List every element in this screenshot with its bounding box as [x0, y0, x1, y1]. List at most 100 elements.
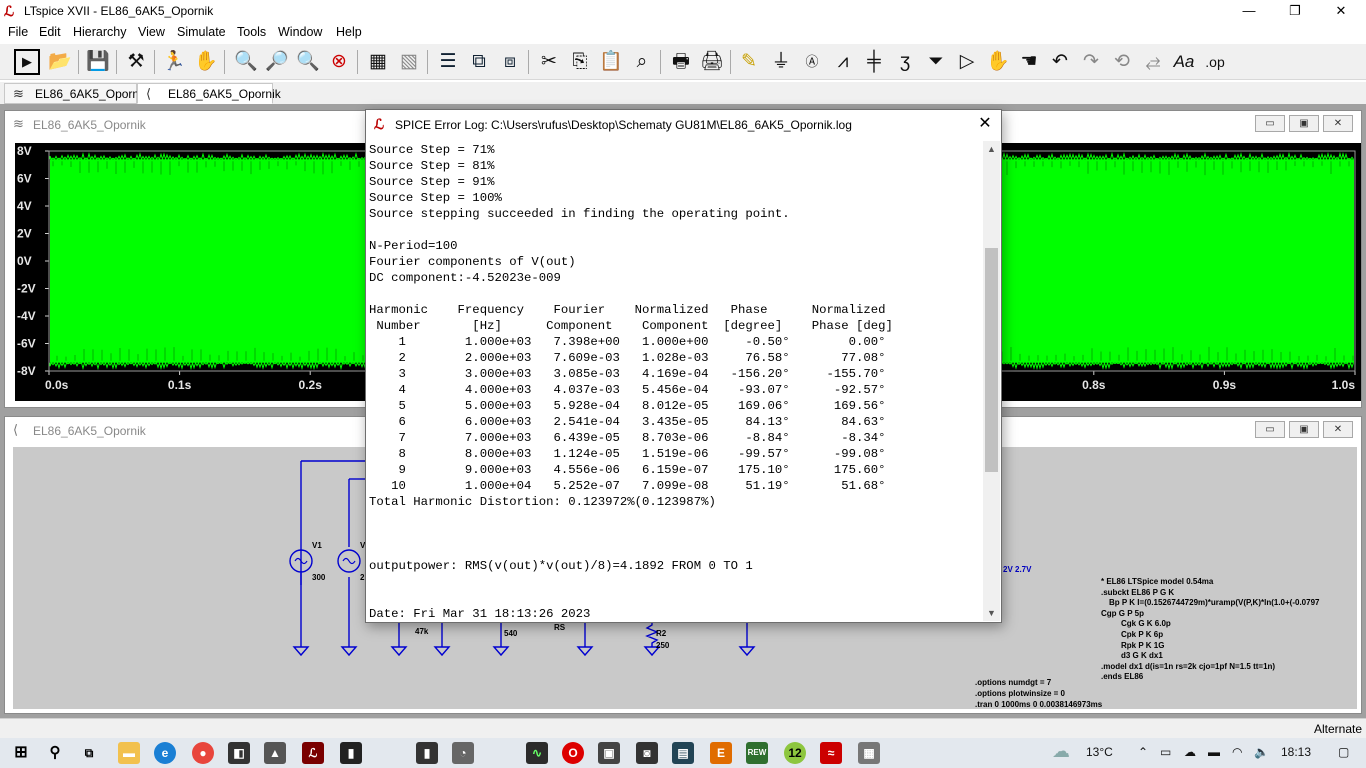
- file-explorer-icon[interactable]: ▬: [118, 742, 140, 764]
- halt-hand-icon[interactable]: ✋: [193, 49, 219, 75]
- menu-tools[interactable]: Tools: [237, 25, 266, 39]
- app-icon-3[interactable]: ▮: [340, 742, 362, 764]
- clock-time[interactable]: 18:13: [1281, 745, 1311, 759]
- tab-waveform[interactable]: ≋ EL86_6AK5_Opornik: [4, 83, 148, 104]
- new-schematic-icon[interactable]: ▶: [14, 49, 40, 75]
- run-simulation-icon[interactable]: 🏃: [161, 49, 187, 75]
- tile-horizontal-icon[interactable]: ☰: [435, 49, 461, 75]
- fft-icon[interactable]: ▧: [396, 49, 422, 75]
- app-icon-9[interactable]: ▤: [672, 742, 694, 764]
- drag-hand-icon[interactable]: ☚: [1016, 49, 1042, 75]
- maximize-button[interactable]: ▣: [1289, 115, 1319, 132]
- app-icon-4[interactable]: ▮: [416, 742, 438, 764]
- app-icon-11[interactable]: REW: [746, 742, 768, 764]
- cloud-weather-icon[interactable]: ☁: [1052, 741, 1070, 762]
- inductor-icon[interactable]: ʒ: [892, 49, 918, 75]
- app-icon-5[interactable]: ◔: [452, 742, 474, 764]
- find-binoculars-icon[interactable]: ⌕: [629, 49, 655, 75]
- diode-icon[interactable]: ⏷: [923, 49, 949, 75]
- spice-options-directive[interactable]: .options numdgt = 7 .options plotwinsize…: [975, 677, 1102, 710]
- meet-now-icon[interactable]: ▭: [1160, 745, 1171, 759]
- log-scrollbar[interactable]: ▲ ▼: [983, 141, 1000, 621]
- menu-simulate[interactable]: Simulate: [177, 25, 226, 39]
- scroll-thumb[interactable]: [985, 248, 998, 472]
- zoom-in-icon[interactable]: 🔍: [233, 49, 259, 75]
- close-button[interactable]: ✕: [1323, 115, 1353, 132]
- menu-window[interactable]: Window: [278, 25, 322, 39]
- notifications-icon[interactable]: ▢: [1338, 745, 1349, 759]
- open-folder-icon[interactable]: 📂: [47, 49, 73, 75]
- control-panel-icon[interactable]: ⚒: [123, 49, 149, 75]
- app-icon-1[interactable]: ◧: [228, 742, 250, 764]
- maximize-button[interactable]: ❐: [1272, 0, 1318, 22]
- resistor-r2-value: 250: [656, 641, 670, 650]
- search-icon[interactable]: ⚲: [44, 742, 66, 764]
- minimize-button[interactable]: —: [1226, 0, 1272, 22]
- opera-icon[interactable]: O: [562, 742, 584, 764]
- windows-start-icon[interactable]: ⊞: [10, 742, 32, 764]
- app-icon-14[interactable]: ▦: [858, 742, 880, 764]
- y-tick-label: 2V: [17, 227, 32, 241]
- app-icon-10[interactable]: E: [710, 742, 732, 764]
- close-button[interactable]: ✕: [1318, 0, 1364, 22]
- ltspice-taskbar-icon[interactable]: ℒ: [302, 742, 324, 764]
- draw-wire-icon[interactable]: ✎: [736, 49, 762, 75]
- resistor-icon[interactable]: ⩘: [830, 49, 856, 75]
- move-hand-icon[interactable]: ✋: [985, 49, 1011, 75]
- zoom-cancel-icon[interactable]: ⊗: [326, 49, 352, 75]
- label-net-icon[interactable]: Ⓐ: [799, 49, 825, 75]
- edge-icon[interactable]: e: [154, 742, 176, 764]
- redo-icon[interactable]: ↷: [1078, 49, 1104, 75]
- menu-edit[interactable]: Edit: [39, 25, 61, 39]
- component-icon[interactable]: ▷: [954, 49, 980, 75]
- app-icon-12[interactable]: 12: [784, 742, 806, 764]
- log-line: 1 1.000e+03 7.398e+00 1.000e+00 -0.50° 0…: [369, 335, 886, 349]
- undo-icon[interactable]: ↶: [1047, 49, 1073, 75]
- scroll-up-icon[interactable]: ▲: [983, 141, 1000, 157]
- cascade-icon[interactable]: ⧈: [497, 49, 523, 75]
- menu-hierarchy[interactable]: Hierarchy: [73, 25, 127, 39]
- pan-icon[interactable]: 🔎: [264, 49, 290, 75]
- capacitor-icon[interactable]: ╪: [861, 49, 887, 75]
- save-icon[interactable]: 💾: [85, 49, 111, 75]
- ground-icon[interactable]: ⏚: [768, 49, 794, 75]
- close-button[interactable]: ✕: [1323, 421, 1353, 438]
- scroll-down-icon[interactable]: ▼: [983, 605, 1000, 621]
- tile-vertical-icon[interactable]: ⧉: [466, 49, 492, 75]
- wifi-icon[interactable]: ◠: [1232, 745, 1242, 759]
- menu-view[interactable]: View: [138, 25, 165, 39]
- autorange-icon[interactable]: ▦: [365, 49, 391, 75]
- app-icon-8[interactable]: ◙: [636, 742, 658, 764]
- menu-file[interactable]: File: [8, 25, 28, 39]
- app-icon-13[interactable]: ≈: [820, 742, 842, 764]
- rotate-icon[interactable]: ⟲: [1109, 49, 1135, 75]
- mirror-icon[interactable]: ⥄: [1140, 49, 1166, 75]
- paste-icon[interactable]: 📋: [598, 49, 624, 75]
- cloud-sync-icon[interactable]: ☁: [1184, 745, 1196, 759]
- spice-error-log-dialog[interactable]: ℒ SPICE Error Log: C:\Users\rufus\Deskto…: [365, 109, 1002, 623]
- spice-directive-icon[interactable]: .op: [1202, 49, 1228, 75]
- chevron-up-icon[interactable]: ⌃: [1138, 745, 1148, 759]
- battery-icon[interactable]: ▬: [1208, 745, 1220, 759]
- volume-icon[interactable]: 🔈: [1254, 745, 1269, 759]
- app-icon-2[interactable]: ▲: [264, 742, 286, 764]
- tab-schematic[interactable]: ⟨ EL86_6AK5_Opornik: [137, 83, 281, 104]
- app-icon-6[interactable]: ∿: [526, 742, 548, 764]
- task-view-icon[interactable]: ⧉: [78, 742, 100, 764]
- weather-temperature[interactable]: 13°C: [1086, 745, 1113, 759]
- log-text-area[interactable]: Source Step = 71% Source Step = 81% Source…: [369, 142, 981, 620]
- copy-icon[interactable]: ⎘: [567, 49, 593, 75]
- chrome-icon[interactable]: ●: [192, 742, 214, 764]
- close-button[interactable]: ✕: [969, 110, 1001, 138]
- zoom-out-icon[interactable]: 🔍: [295, 49, 321, 75]
- maximize-button[interactable]: ▣: [1289, 421, 1319, 438]
- print-setup-icon[interactable]: 🖨: [699, 49, 725, 75]
- minimize-button[interactable]: ▭: [1255, 421, 1285, 438]
- spice-model-directive[interactable]: * EL86 LTSpice model 0.54ma .subckt EL86…: [1101, 577, 1319, 683]
- print-icon[interactable]: 🖶: [668, 49, 694, 75]
- app-icon-7[interactable]: ▣: [598, 742, 620, 764]
- text-icon[interactable]: Aa: [1171, 49, 1197, 75]
- minimize-button[interactable]: ▭: [1255, 115, 1285, 132]
- menu-help[interactable]: Help: [336, 25, 362, 39]
- cut-icon[interactable]: ✂: [536, 49, 562, 75]
